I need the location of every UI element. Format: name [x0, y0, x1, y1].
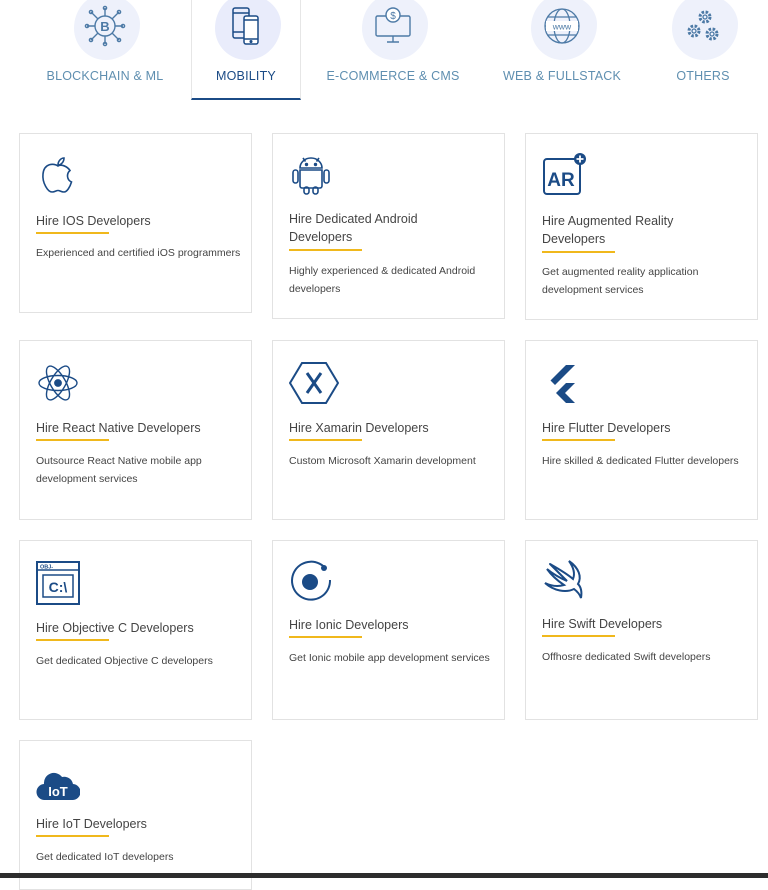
- service-card-xamarin[interactable]: Hire Xamarin Developers Custom Microsoft…: [272, 340, 505, 520]
- card-description: Custom Microsoft Xamarin development: [289, 455, 476, 467]
- service-card-flutter[interactable]: Hire Flutter Developers Hire skilled & d…: [525, 340, 758, 520]
- mobile-devices-icon: [232, 7, 259, 45]
- service-card-iot[interactable]: IoT Hire IoT Developers Get dedicated Io…: [19, 740, 252, 890]
- card-description: Experienced and certified iOS programmer…: [36, 247, 241, 259]
- card-title: Hire Dedicated Android Developers: [289, 212, 418, 244]
- category-tabs: B BLOCKCHAIN & ML MOBILITY $ E-COMMERCE …: [0, 0, 768, 100]
- card-title: Hire Flutter Developers: [542, 421, 671, 435]
- card-description: Get augmented reality application develo…: [542, 266, 699, 296]
- tab-label: BLOCKCHAIN & ML: [46, 69, 164, 83]
- service-card-ios[interactable]: Hire IOS Developers Experienced and cert…: [19, 133, 252, 313]
- service-card-swift[interactable]: Hire Swift Developers Offhosre dedicated…: [525, 540, 758, 720]
- card-title: Hire Xamarin Developers: [289, 421, 429, 435]
- card-description: Offhosre dedicated Swift developers: [542, 651, 711, 663]
- tab-others[interactable]: OTHERS: [653, 0, 753, 100]
- title-underline: [36, 639, 109, 641]
- www-globe-icon: www: [544, 8, 580, 44]
- tab-label: E-COMMERCE & CMS: [326, 69, 460, 83]
- svg-text:B: B: [100, 19, 109, 34]
- ar-icon-text: AR: [547, 170, 575, 191]
- card-title: Hire Objective C Developers: [36, 621, 194, 635]
- card-title: Hire React Native Developers: [36, 421, 201, 435]
- tab-label: WEB & FULLSTACK: [502, 69, 622, 83]
- service-card-objective-c[interactable]: OBJ- C:\ Hire Objective C Developers Get…: [19, 540, 252, 720]
- tab-blockchain-ml[interactable]: B BLOCKCHAIN & ML: [30, 0, 180, 100]
- title-underline: [289, 439, 362, 441]
- swift-icon: [544, 560, 583, 599]
- card-description: Get Ionic mobile app development service…: [289, 652, 490, 664]
- ionic-icon: [291, 560, 332, 601]
- xamarin-icon: [289, 362, 339, 404]
- gears-icon: [687, 10, 719, 41]
- dollar-monitor-icon: $: [375, 7, 411, 43]
- flutter-icon: [550, 365, 575, 403]
- tab-mobility[interactable]: MOBILITY: [191, 0, 301, 100]
- card-title: Hire Swift Developers: [542, 617, 663, 631]
- card-description: Highly experienced & dedicated Android d…: [289, 265, 476, 295]
- card-title: Hire IOS Developers: [36, 214, 151, 228]
- objective-c-icon: OBJ- C:\: [36, 561, 80, 605]
- card-title: Hire Ionic Developers: [289, 618, 409, 632]
- tab-web-fullstack[interactable]: www WEB & FULLSTACK: [487, 0, 637, 100]
- title-underline: [36, 835, 109, 837]
- title-underline: [36, 232, 109, 234]
- ar-icon: AR: [543, 153, 586, 195]
- card-description: Get dedicated Objective C developers: [36, 655, 213, 667]
- objc-icon-main-text: C:\: [49, 579, 68, 595]
- tab-label: OTHERS: [676, 69, 730, 83]
- title-underline: [542, 439, 615, 441]
- tab-ecommerce-cms[interactable]: $ E-COMMERCE & CMS: [318, 0, 468, 100]
- card-title: Hire Augmented Reality Developers: [542, 214, 674, 246]
- service-card-ionic[interactable]: Hire Ionic Developers Get Ionic mobile a…: [272, 540, 505, 720]
- service-card-ar[interactable]: AR Hire Augmented Reality Developers Get…: [525, 133, 758, 320]
- card-description: Get dedicated IoT developers: [36, 851, 174, 863]
- bitcoin-circuit-icon: B: [84, 5, 126, 47]
- service-card-android[interactable]: Hire Dedicated Android Developers Highly…: [272, 133, 505, 319]
- tab-label: MOBILITY: [216, 69, 276, 83]
- android-icon: [292, 157, 330, 195]
- card-description: Hire skilled & dedicated Flutter develop…: [542, 455, 739, 467]
- service-card-react-native[interactable]: Hire React Native Developers Outsource R…: [19, 340, 252, 520]
- iot-cloud-icon: IoT: [36, 772, 80, 801]
- svg-text:$: $: [390, 11, 396, 22]
- card-description: Outsource React Native mobile app develo…: [36, 455, 202, 485]
- card-title: Hire IoT Developers: [36, 817, 147, 831]
- objc-icon-top-text: OBJ-: [40, 565, 53, 571]
- apple-icon: [42, 157, 73, 193]
- title-underline: [289, 249, 362, 251]
- title-underline: [289, 636, 362, 638]
- title-underline: [36, 439, 109, 441]
- title-underline: [542, 635, 615, 637]
- iot-icon-text: IoT: [48, 784, 68, 799]
- title-underline: [542, 251, 615, 253]
- react-icon: [38, 365, 78, 401]
- svg-text:www: www: [552, 22, 572, 32]
- bottom-bar: [0, 873, 768, 878]
